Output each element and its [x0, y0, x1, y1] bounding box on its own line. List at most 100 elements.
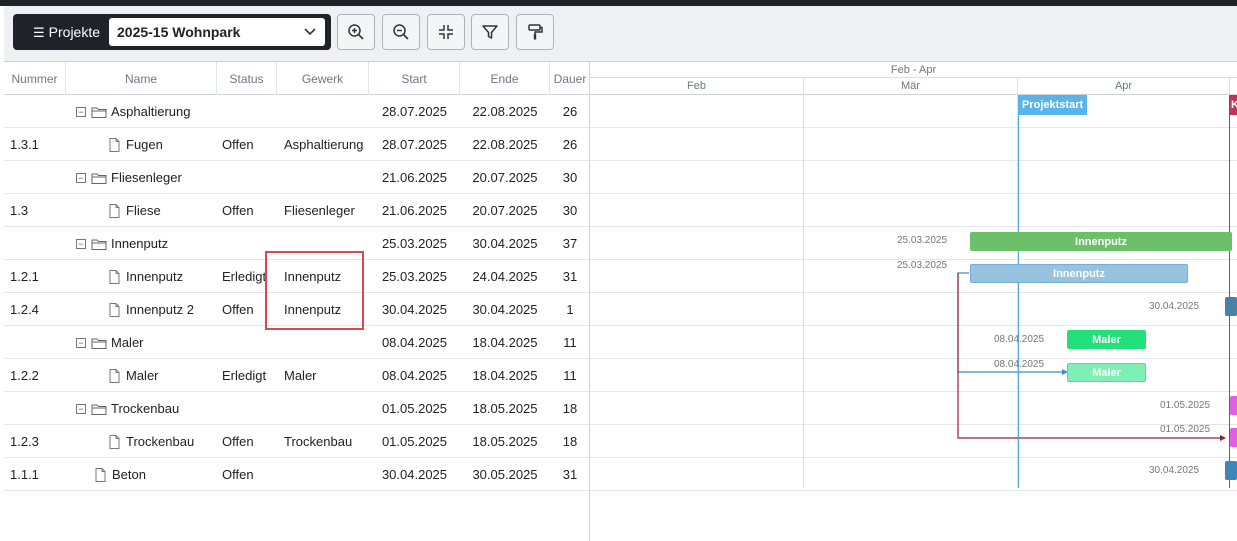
cell-status: Offen: [222, 203, 254, 218]
project-dropdown[interactable]: 2025-15 Wohnpark: [109, 18, 325, 46]
cell-gewerk: Trockenbau: [284, 434, 353, 449]
gantt-bar-innenputz2[interactable]: [1225, 297, 1237, 316]
cell-ende: 30.05.2025: [472, 467, 538, 482]
cell-dauer: 30: [562, 203, 578, 218]
cell-name: − Asphaltierung: [76, 95, 217, 128]
group-row[interactable]: − Asphaltierung 28.07.2025 22.08.2025 26: [4, 95, 590, 128]
folder-icon: [91, 338, 107, 349]
bar-date-label: 08.04.2025: [994, 359, 1045, 370]
cell-name-label: Innenputz 2: [126, 302, 194, 317]
cell-start: 21.06.2025: [381, 203, 448, 218]
table-row[interactable]: 1.3 Fliese Offen Fliesenleger 21.06.2025 20.0…: [4, 194, 590, 227]
deadline-tag[interactable]: K: [1229, 95, 1237, 115]
cell-dauer: 18: [562, 434, 578, 449]
gantt-bar-beton[interactable]: [1225, 461, 1237, 480]
collapse-toggle-icon[interactable]: −: [76, 337, 86, 348]
file-icon: [109, 368, 120, 383]
cell-status: [222, 161, 277, 194]
format-painter-button[interactable]: [516, 14, 554, 50]
header-nummer[interactable]: Nummer: [4, 62, 66, 95]
table-row[interactable]: 1.3.1 Fugen Offen Asphaltierung 28.07.2025 22…: [4, 128, 590, 161]
collapse-toggle-icon[interactable]: −: [76, 238, 86, 249]
cell-name-label: Trockenbau: [111, 401, 180, 416]
cell-name: Fugen: [106, 128, 217, 161]
bar-date-label: 01.05.2025: [1160, 400, 1211, 411]
cell-start: 28.07.2025: [381, 137, 448, 152]
project-dropdown-value: 2025-15 Wohnpark: [117, 24, 241, 40]
cell-ende: 30.04.2025: [472, 236, 538, 251]
cell-nummer: [10, 392, 66, 425]
table-row[interactable]: 1.2.3 Trockenbau Offen Trockenbau 01.05.2025…: [4, 425, 590, 458]
table-row[interactable]: 1.2.2 Maler Erledigt Maler 08.04.2025 18.04.2…: [4, 359, 590, 392]
header-dauer[interactable]: Dauer: [550, 62, 590, 95]
cell-name-label: Beton: [112, 467, 146, 482]
cell-ende: 18.04.2025: [472, 335, 538, 350]
header-start[interactable]: Start: [369, 62, 460, 95]
cell-name-label: Fliesenleger: [111, 170, 182, 185]
header-gewerk[interactable]: Gewerk: [277, 62, 369, 95]
bar-date-label: 25.03.2025: [897, 260, 948, 271]
projects-button[interactable]: ☰ Projekte: [33, 24, 100, 41]
collapse-button[interactable]: [427, 14, 465, 50]
list-icon: ☰: [33, 25, 45, 40]
cell-status: Offen: [222, 434, 254, 449]
dependency-lines: [957, 272, 1226, 441]
gantt-chart: Feb - Apr Feb Mär Apr Projektstart K 25.…: [590, 62, 1237, 541]
gantt-bar-innenputz-group[interactable]: Innenputz: [970, 232, 1232, 251]
cell-dauer: 18: [562, 401, 578, 416]
gantt-bar-trockenbau-task[interactable]: [1230, 428, 1237, 447]
paint-roller-icon: [528, 24, 543, 40]
table-row[interactable]: 1.1.1 Beton Offen 30.04.2025 30.05.2025 31: [4, 458, 590, 491]
projektstart-line: [1018, 95, 1019, 488]
filter-button[interactable]: [471, 14, 509, 50]
cell-dauer: 11: [563, 335, 577, 350]
collapse-toggle-icon[interactable]: −: [76, 172, 86, 183]
chevron-down-icon: [304, 28, 316, 36]
cell-status: [222, 392, 277, 425]
cell-ende: 18.04.2025: [472, 368, 538, 383]
cell-ende: 22.08.2025: [472, 104, 538, 119]
cell-ende: 24.04.2025: [472, 269, 538, 284]
header-ende[interactable]: Ende: [460, 62, 550, 95]
cell-name-label: Fugen: [126, 137, 163, 152]
cell-status: [222, 95, 277, 128]
file-icon: [95, 467, 106, 482]
zoom-in-button[interactable]: [337, 14, 375, 50]
bar-date-label: 08.04.2025: [994, 334, 1045, 345]
zoom-out-button[interactable]: [382, 14, 420, 50]
group-row[interactable]: − Fliesenleger 21.06.2025 20.07.2025 30: [4, 161, 590, 194]
cell-ende: 20.07.2025: [472, 203, 538, 218]
projektstart-tag[interactable]: Projektstart: [1018, 95, 1088, 115]
cell-name: − Trockenbau: [76, 392, 217, 425]
cell-gewerk: [284, 392, 369, 425]
cell-ende: 18.05.2025: [472, 434, 538, 449]
cell-name-label: Fliese: [126, 203, 161, 218]
cell-start: 30.04.2025: [381, 467, 448, 482]
cell-start: 25.03.2025: [381, 236, 448, 251]
grid-header: Nummer Name Status Gewerk Start Ende Dau…: [4, 62, 590, 95]
gantt-bar-maler-task[interactable]: Maler: [1067, 363, 1146, 382]
cell-nummer: 1.1.1: [10, 467, 39, 482]
cell-status: Erledigt: [222, 368, 267, 383]
cell-status: Offen: [222, 137, 254, 152]
collapse-toggle-icon[interactable]: −: [76, 403, 86, 414]
gantt-bar-innenputz-task[interactable]: Innenputz: [970, 264, 1188, 283]
gantt-bar-trockenbau-group[interactable]: [1230, 396, 1237, 415]
header-status[interactable]: Status: [217, 62, 277, 95]
cell-name: − Fliesenleger: [76, 161, 217, 194]
cell-nummer: [10, 326, 66, 359]
collapse-toggle-icon[interactable]: −: [76, 106, 86, 117]
folder-icon: [91, 107, 107, 118]
cell-nummer: [10, 95, 66, 128]
cell-dauer: 31: [562, 269, 578, 284]
folder-icon: [91, 404, 107, 415]
cell-gewerk: [284, 95, 369, 128]
bar-date-label: 30.04.2025: [1149, 301, 1200, 312]
cell-nummer: 1.2.1: [10, 269, 39, 284]
file-icon: [109, 434, 120, 449]
gantt-bar-maler-group[interactable]: Maler: [1067, 330, 1146, 349]
projects-label: Projekte: [48, 24, 101, 40]
header-name[interactable]: Name: [66, 62, 217, 95]
group-row[interactable]: − Trockenbau 01.05.2025 18.05.2025 18: [4, 392, 590, 425]
group-row[interactable]: − Maler 08.04.2025 18.04.2025 11: [4, 326, 590, 359]
